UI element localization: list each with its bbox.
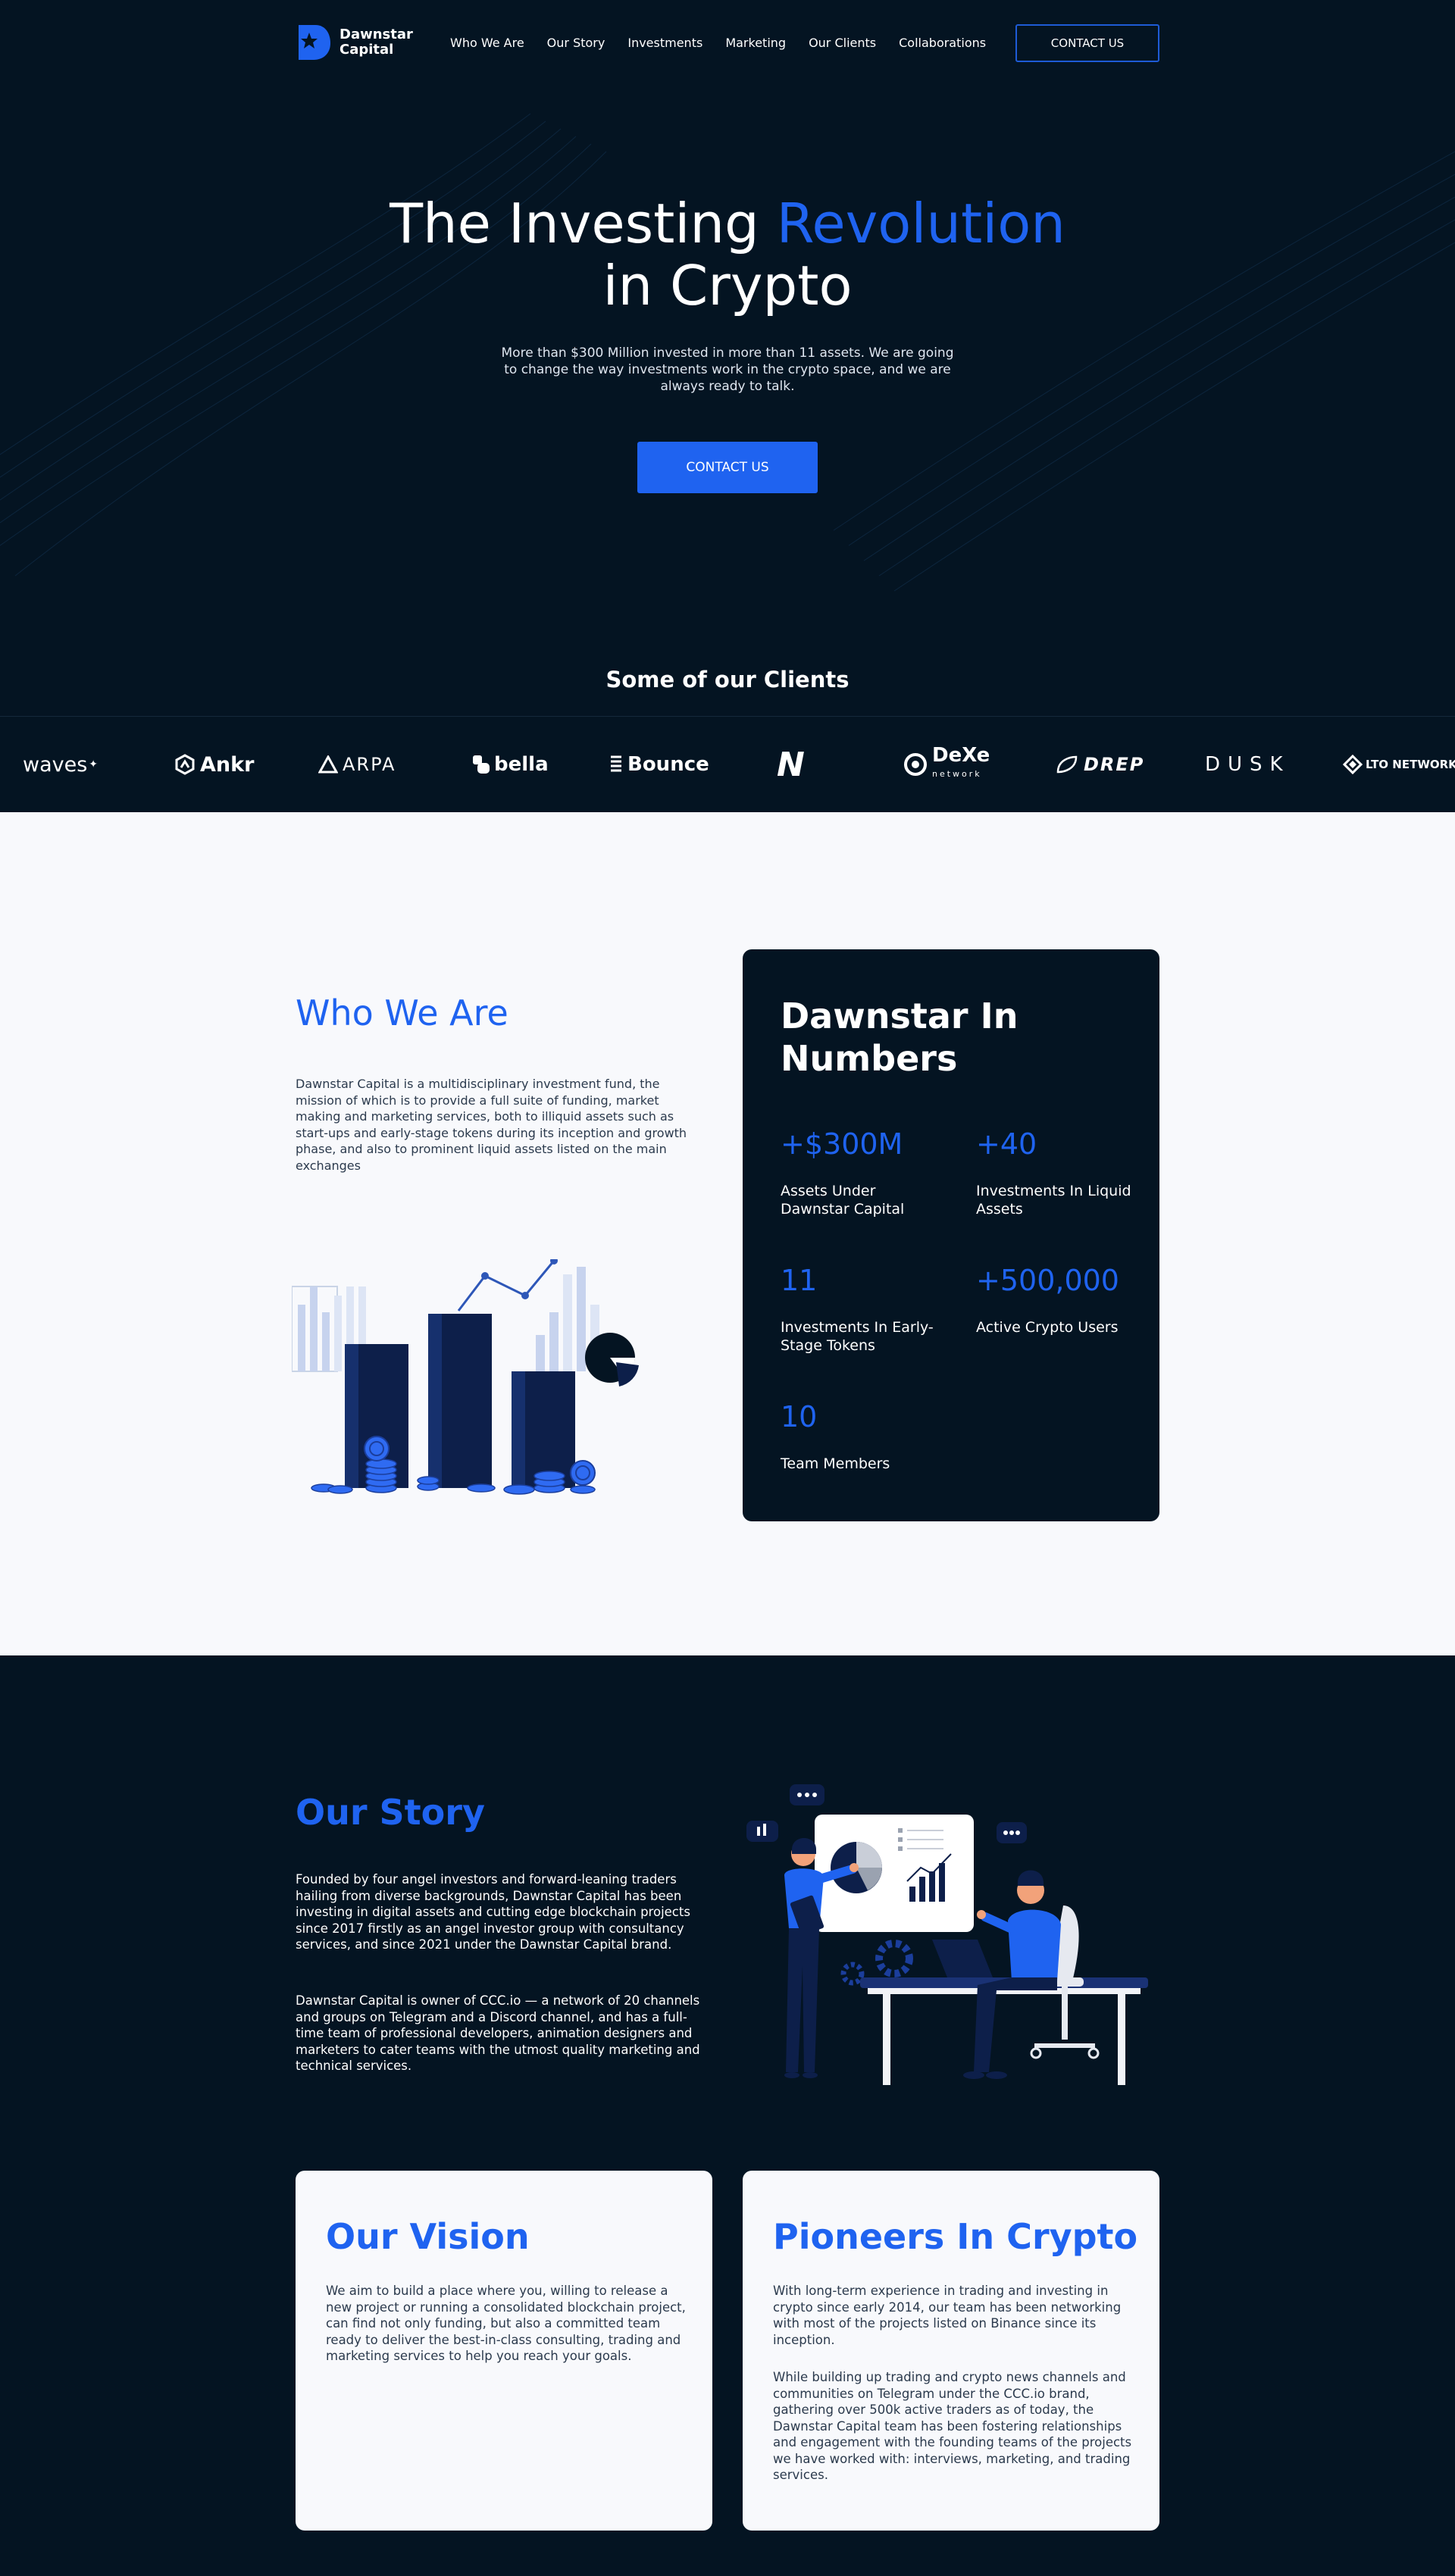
hero-title-line2: in Crypto (602, 254, 853, 317)
logo-mark-icon (299, 25, 330, 60)
nav-link-who-we-are[interactable]: Who We Are (450, 36, 524, 50)
hero-title-part1: The Investing (390, 192, 777, 255)
our-story-title: Our Story (296, 1792, 485, 1833)
client-logo-n[interactable]: N (777, 746, 805, 784)
brand-logo[interactable]: Dawnstar Capital (296, 20, 423, 65)
pioneers-title: Pioneers In Crypto (773, 2216, 1138, 2257)
client-name-bounce: Bounce (627, 753, 709, 776)
bounce-icon (611, 755, 621, 772)
stat-early-stage: 11 Investments In Early-Stage Tokens (781, 1264, 947, 1355)
client-name-bella: bella (494, 753, 549, 776)
nav-link-marketing[interactable]: Marketing (725, 36, 786, 50)
stat-value: +$300M (781, 1127, 903, 1161)
drep-icon (1056, 755, 1078, 774)
stat-label: Investments In Liquid Assets (976, 1183, 1131, 1218)
clients-title: Some of our Clients (605, 667, 850, 692)
bella-icon (473, 755, 490, 774)
dexe-icon (904, 753, 927, 776)
client-name-ankr: Ankr (200, 752, 255, 777)
pioneers-paragraph-1: With long-term experience in trading and… (773, 2284, 1122, 2347)
nav-link-investments[interactable]: Investments (627, 36, 702, 50)
client-logo-dexe[interactable]: DeXe network (903, 746, 990, 779)
client-logo-lto[interactable]: LTO NETWORK (1343, 751, 1455, 778)
nav-link-our-clients[interactable]: Our Clients (809, 36, 876, 50)
our-story-paragraph-1: Founded by four angel investors and forw… (296, 1872, 690, 1952)
ankr-icon (175, 754, 195, 775)
our-story-paragraph-2: Dawnstar Capital is owner of CCC.io — a … (296, 1993, 700, 2073)
stat-value: +500,000 (976, 1264, 1119, 1297)
client-logo-ankr[interactable]: Ankr (174, 751, 254, 778)
our-story-section: Our Story Founded by four angel investor… (0, 1655, 1455, 2576)
nav-link-our-story[interactable]: Our Story (547, 36, 605, 50)
who-we-are-section: Who We Are Dawnstar Capital is a multidi… (0, 812, 1455, 1655)
numbers-title: Dawnstar In Numbers (781, 996, 1018, 1079)
client-name-waves: waves (23, 752, 88, 777)
client-name-dusk: DUSK (1205, 753, 1291, 776)
nav-links: Who We Are Our Story Investments Marketi… (450, 20, 1009, 65)
client-logo-drep[interactable]: DREP (1055, 751, 1144, 778)
nav-link-collaborations[interactable]: Collaborations (899, 36, 986, 50)
who-we-are-title: Who We Are (296, 993, 508, 1033)
lto-icon (1343, 755, 1363, 774)
vision-title: Our Vision (326, 2216, 530, 2257)
stat-liquid-investments: +40 Investments In Liquid Assets (976, 1127, 1143, 1218)
nav-contact-button[interactable]: CONTACT US (1015, 24, 1159, 62)
stat-label: Team Members (781, 1455, 890, 1472)
client-name-dexe-network: network (932, 768, 982, 779)
stat-active-users: +500,000 Active Crypto Users (976, 1264, 1143, 1336)
hero-title-accent: Revolution (776, 192, 1065, 255)
numbers-card: Dawnstar In Numbers +$300M Assets Under … (743, 949, 1159, 1521)
stat-value: 10 (781, 1400, 818, 1433)
client-name-n: N (777, 745, 805, 784)
pioneers-card: Pioneers In Crypto With long-term experi… (743, 2171, 1159, 2531)
arpa-icon (318, 755, 338, 774)
clients-logo-strip: waves ✦ Ankr ARPA bella Bounce N DeXe net… (0, 716, 1455, 812)
stat-team-members: 10 Team Members (781, 1400, 947, 1473)
hero-subtitle: More than $300 Million invested in more … (501, 345, 954, 394)
hero-section: Dawnstar Capital Who We Are Our Story In… (0, 0, 1455, 812)
stat-value: 11 (781, 1264, 818, 1297)
stat-assets: +$300M Assets Under Dawnstar Capital (781, 1127, 947, 1218)
stat-label: Active Crypto Users (976, 1319, 1119, 1336)
logo-text: Dawnstar Capital (340, 27, 413, 58)
client-logo-dusk[interactable]: DUSK (1205, 751, 1291, 778)
client-logo-bounce[interactable]: Bounce (609, 751, 709, 778)
bar-chart-illustration (292, 1259, 639, 1495)
client-name-arpa: ARPA (343, 754, 396, 775)
client-logo-bella[interactable]: bella (471, 751, 549, 778)
stat-value: +40 (976, 1127, 1037, 1161)
client-logo-arpa[interactable]: ARPA (318, 751, 396, 778)
hero-contact-button[interactable]: CONTACT US (637, 442, 818, 493)
top-navigation: Dawnstar Capital Who We Are Our Story In… (296, 20, 1159, 65)
vision-text: We aim to build a place where you, willi… (326, 2284, 686, 2363)
client-name-dexe: DeXe (932, 743, 990, 767)
vision-card: Our Vision We aim to build a place where… (296, 2171, 712, 2531)
stat-label: Assets Under Dawnstar Capital (781, 1183, 905, 1218)
client-name-drep: DREP (1084, 754, 1145, 775)
pioneers-paragraph-2: While building up trading and crypto new… (773, 2370, 1132, 2482)
who-we-are-text: Dawnstar Capital is a multidisciplinary … (296, 1077, 687, 1173)
client-logo-waves[interactable]: waves ✦ (23, 751, 98, 778)
office-team-illustration (746, 1784, 1148, 2085)
hero-title: The Investing Revolution in Crypto (0, 192, 1455, 317)
stat-label: Investments In Early-Stage Tokens (781, 1319, 934, 1354)
client-name-lto: LTO NETWORK (1366, 758, 1455, 771)
